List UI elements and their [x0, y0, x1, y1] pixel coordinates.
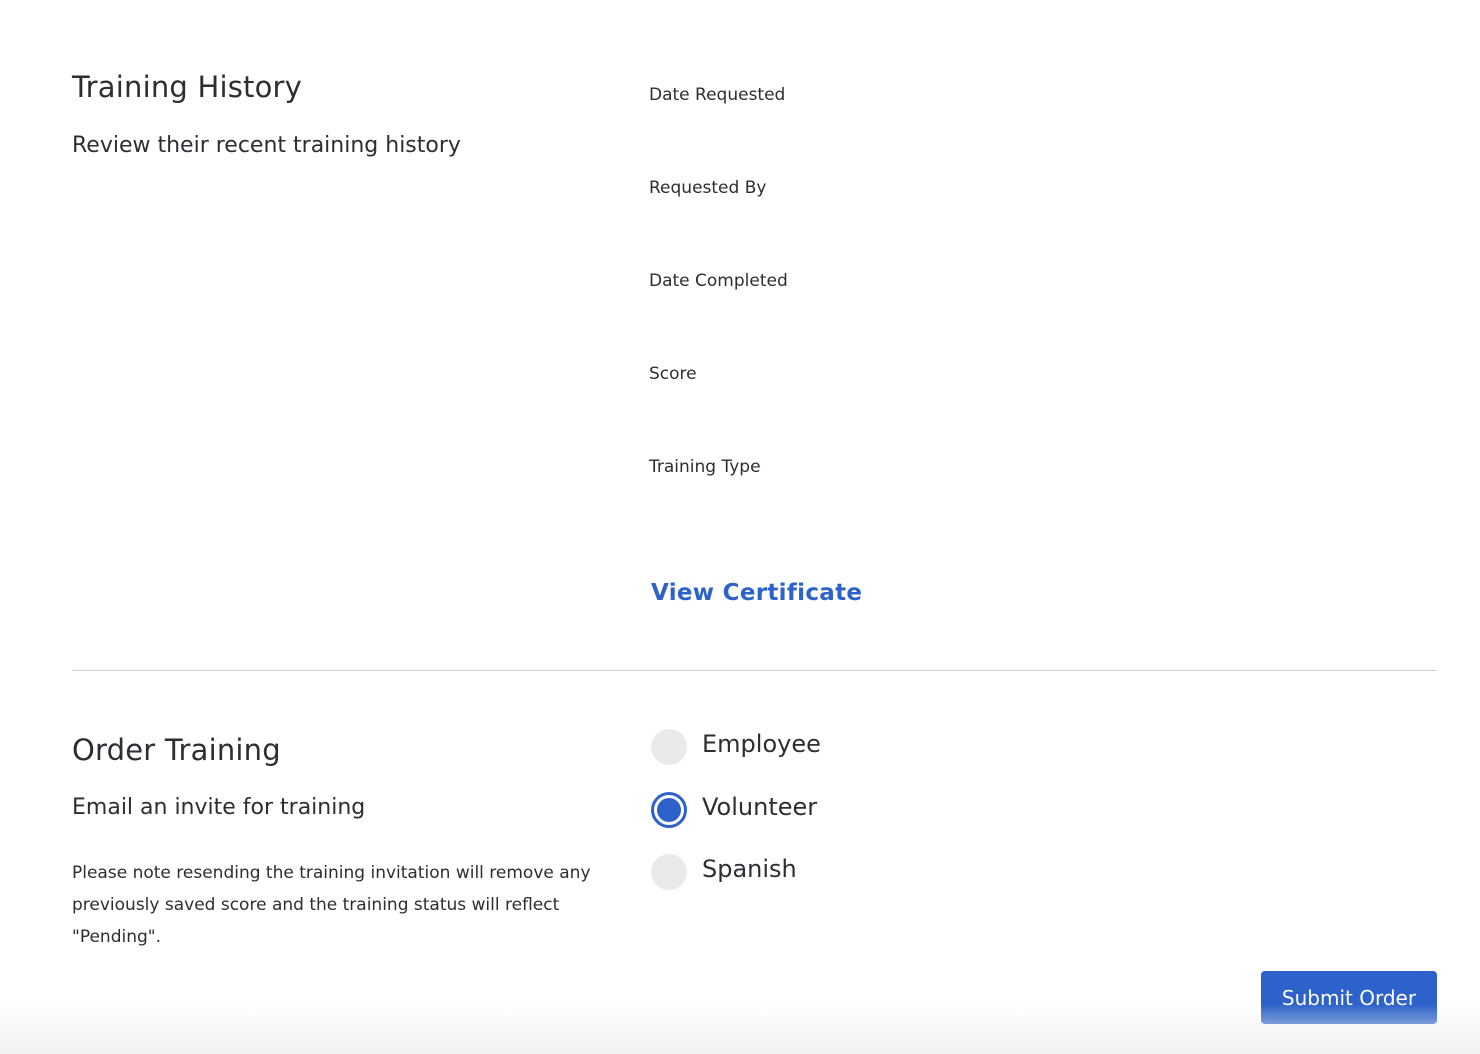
order-training-title: Order Training [72, 733, 281, 767]
training-history-subtitle: Review their recent training history [72, 133, 461, 158]
view-certificate-link[interactable]: View Certificate [651, 580, 862, 606]
radio-employee[interactable] [651, 729, 687, 765]
training-history-title: Training History [72, 70, 303, 104]
submit-order-button[interactable]: Submit Order [1261, 971, 1437, 1024]
section-divider [72, 670, 1437, 671]
radio-volunteer[interactable] [651, 791, 687, 828]
order-training-subtitle: Email an invite for training [72, 795, 366, 820]
detail-score: Score [649, 364, 697, 384]
bottom-fade [0, 1004, 1480, 1054]
detail-date-requested: Date Requested [649, 85, 786, 105]
radio-spanish[interactable] [651, 854, 687, 890]
resend-note: Please note resending the training invit… [72, 863, 591, 947]
radio-label-spanish[interactable]: Spanish [702, 855, 797, 883]
detail-requested-by: Requested By [649, 178, 767, 198]
page: Training History Review their recent tra… [0, 0, 1480, 1054]
training-type-radio-group: Employee Volunteer Spanish [651, 729, 821, 917]
radio-label-volunteer[interactable]: Volunteer [702, 793, 817, 821]
training-details-list: Date Requested Requested By Date Complet… [649, 83, 788, 548]
radio-option-spanish[interactable]: Spanish [651, 854, 821, 890]
radio-option-volunteer[interactable]: Volunteer [651, 791, 821, 828]
radio-label-employee[interactable]: Employee [702, 730, 821, 758]
detail-date-completed: Date Completed [649, 271, 788, 291]
detail-training-type: Training Type [649, 457, 761, 477]
radio-option-employee[interactable]: Employee [651, 729, 821, 765]
